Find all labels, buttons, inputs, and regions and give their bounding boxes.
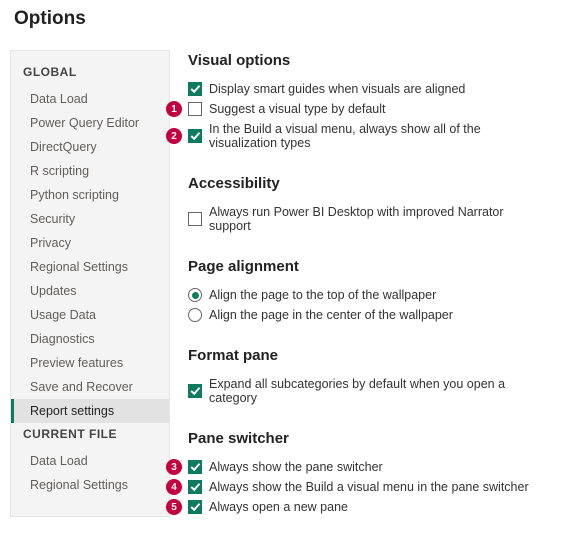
option-label[interactable]: Always open a new pane bbox=[209, 500, 348, 514]
sidebar: GLOBALData LoadPower Query EditorDirectQ… bbox=[10, 50, 170, 517]
content-area: Visual options Display smart guides when … bbox=[170, 50, 551, 517]
option-label[interactable]: Always run Power BI Desktop with improve… bbox=[209, 205, 543, 233]
option-label[interactable]: In the Build a visual menu, always show … bbox=[209, 122, 543, 150]
option-row: Always run Power BI Desktop with improve… bbox=[188, 202, 543, 236]
option-row: Expand all subcategories by default when… bbox=[188, 374, 543, 408]
sidebar-item-data-load[interactable]: Data Load bbox=[11, 449, 169, 473]
sidebar-heading: CURRENT FILE bbox=[11, 423, 169, 449]
option-row: 2In the Build a visual menu, always show… bbox=[188, 119, 543, 153]
callout-badge: 2 bbox=[166, 128, 182, 144]
checkbox[interactable] bbox=[188, 460, 202, 474]
section-title: Visual options bbox=[188, 52, 543, 69]
sidebar-item-report-settings[interactable]: Report settings bbox=[11, 399, 169, 423]
sidebar-item-save-and-recover[interactable]: Save and Recover bbox=[11, 375, 169, 399]
sidebar-item-updates[interactable]: Updates bbox=[11, 279, 169, 303]
option-label[interactable]: Expand all subcategories by default when… bbox=[209, 377, 543, 405]
checkbox[interactable] bbox=[188, 384, 202, 398]
checkbox[interactable] bbox=[188, 129, 202, 143]
sidebar-item-data-load[interactable]: Data Load bbox=[11, 87, 169, 111]
checkbox[interactable] bbox=[188, 102, 202, 116]
checkbox[interactable] bbox=[188, 500, 202, 514]
option-row: 4Always show the Build a visual menu in … bbox=[188, 477, 543, 497]
option-label[interactable]: Always show the pane switcher bbox=[209, 460, 383, 474]
sidebar-item-r-scripting[interactable]: R scripting bbox=[11, 159, 169, 183]
sidebar-item-directquery[interactable]: DirectQuery bbox=[11, 135, 169, 159]
sidebar-item-preview-features[interactable]: Preview features bbox=[11, 351, 169, 375]
option-row: Align the page to the top of the wallpap… bbox=[188, 285, 543, 305]
section-title: Pane switcher bbox=[188, 430, 543, 447]
sidebar-item-diagnostics[interactable]: Diagnostics bbox=[11, 327, 169, 351]
section-title: Accessibility bbox=[188, 175, 543, 192]
option-row: Display smart guides when visuals are al… bbox=[188, 79, 543, 99]
checkbox[interactable] bbox=[188, 480, 202, 494]
option-label[interactable]: Align the page to the top of the wallpap… bbox=[209, 288, 436, 302]
radio-button[interactable] bbox=[188, 288, 202, 302]
option-row: Align the page in the center of the wall… bbox=[188, 305, 543, 325]
option-label[interactable]: Always show the Build a visual menu in t… bbox=[209, 480, 529, 494]
callout-badge: 1 bbox=[166, 101, 182, 117]
callout-badge: 3 bbox=[166, 459, 182, 475]
option-row: 1Suggest a visual type by default bbox=[188, 99, 543, 119]
option-label[interactable]: Align the page in the center of the wall… bbox=[209, 308, 453, 322]
sidebar-item-python-scripting[interactable]: Python scripting bbox=[11, 183, 169, 207]
option-row: 5Always open a new pane bbox=[188, 497, 543, 517]
option-label[interactable]: Display smart guides when visuals are al… bbox=[209, 82, 465, 96]
checkbox[interactable] bbox=[188, 212, 202, 226]
sidebar-item-power-query-editor[interactable]: Power Query Editor bbox=[11, 111, 169, 135]
sidebar-item-usage-data[interactable]: Usage Data bbox=[11, 303, 169, 327]
option-row: 3Always show the pane switcher bbox=[188, 457, 543, 477]
sidebar-item-security[interactable]: Security bbox=[11, 207, 169, 231]
page-title: Options bbox=[14, 8, 551, 30]
sidebar-item-regional-settings[interactable]: Regional Settings bbox=[11, 473, 169, 497]
sidebar-item-privacy[interactable]: Privacy bbox=[11, 231, 169, 255]
checkbox[interactable] bbox=[188, 82, 202, 96]
section-title: Page alignment bbox=[188, 258, 543, 275]
callout-badge: 4 bbox=[166, 479, 182, 495]
sidebar-item-regional-settings[interactable]: Regional Settings bbox=[11, 255, 169, 279]
sidebar-heading: GLOBAL bbox=[11, 61, 169, 87]
option-label[interactable]: Suggest a visual type by default bbox=[209, 102, 386, 116]
radio-button[interactable] bbox=[188, 308, 202, 322]
section-title: Format pane bbox=[188, 347, 543, 364]
